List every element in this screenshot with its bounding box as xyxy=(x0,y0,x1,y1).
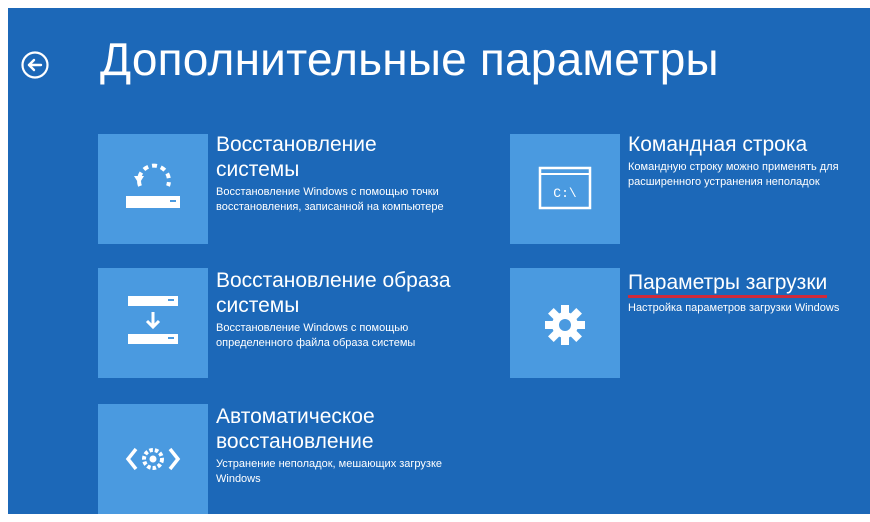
command-prompt-icon: C:\ xyxy=(538,166,592,210)
automatic-repair-tile[interactable] xyxy=(98,404,208,514)
system-image-recovery-icon xyxy=(128,296,178,344)
option-automatic-repair[interactable]: Автоматическое восстановление Устранение… xyxy=(216,404,456,487)
back-arrow-circle-icon[interactable] xyxy=(20,50,50,80)
option-description: Командную строку можно применять для рас… xyxy=(628,161,839,188)
option-description: Восстановление Windows с помощью точки в… xyxy=(216,186,444,213)
option-system-image-recovery[interactable]: Восстановление образа системы Восстановл… xyxy=(216,268,456,351)
option-command-prompt[interactable]: Командная строка Командную строку можно … xyxy=(628,132,868,190)
startup-settings-tile[interactable] xyxy=(510,268,620,378)
gear-icon xyxy=(545,305,585,345)
option-description: Восстановление Windows с помощью определ… xyxy=(216,322,416,349)
system-image-recovery-tile[interactable] xyxy=(98,268,208,378)
option-description: Устранение неполадок, мешающих загрузке … xyxy=(216,458,443,485)
command-prompt-tile[interactable]: C:\ xyxy=(510,134,620,244)
option-title: Восстановление системы xyxy=(216,133,377,181)
option-title: Параметры загрузки xyxy=(628,272,828,298)
page-title: Дополнительные параметры xyxy=(100,33,719,85)
advanced-options-screen: Дополнительные параметры Восстановление … xyxy=(8,8,870,514)
option-title: Командная строка xyxy=(628,133,808,156)
option-description: Настройка параметров загрузки Windows xyxy=(628,302,840,314)
automatic-repair-icon xyxy=(125,447,181,471)
option-startup-settings[interactable]: Параметры загрузки Настройка параметров … xyxy=(628,272,868,316)
svg-text:C:\: C:\ xyxy=(553,186,577,201)
system-restore-tile[interactable] xyxy=(98,134,208,244)
system-restore-icon xyxy=(126,163,180,208)
option-system-restore[interactable]: Восстановление системы Восстановление Wi… xyxy=(216,132,456,215)
option-title: Автоматическое восстановление xyxy=(216,405,375,453)
option-title: Восстановление образа системы xyxy=(216,269,451,317)
